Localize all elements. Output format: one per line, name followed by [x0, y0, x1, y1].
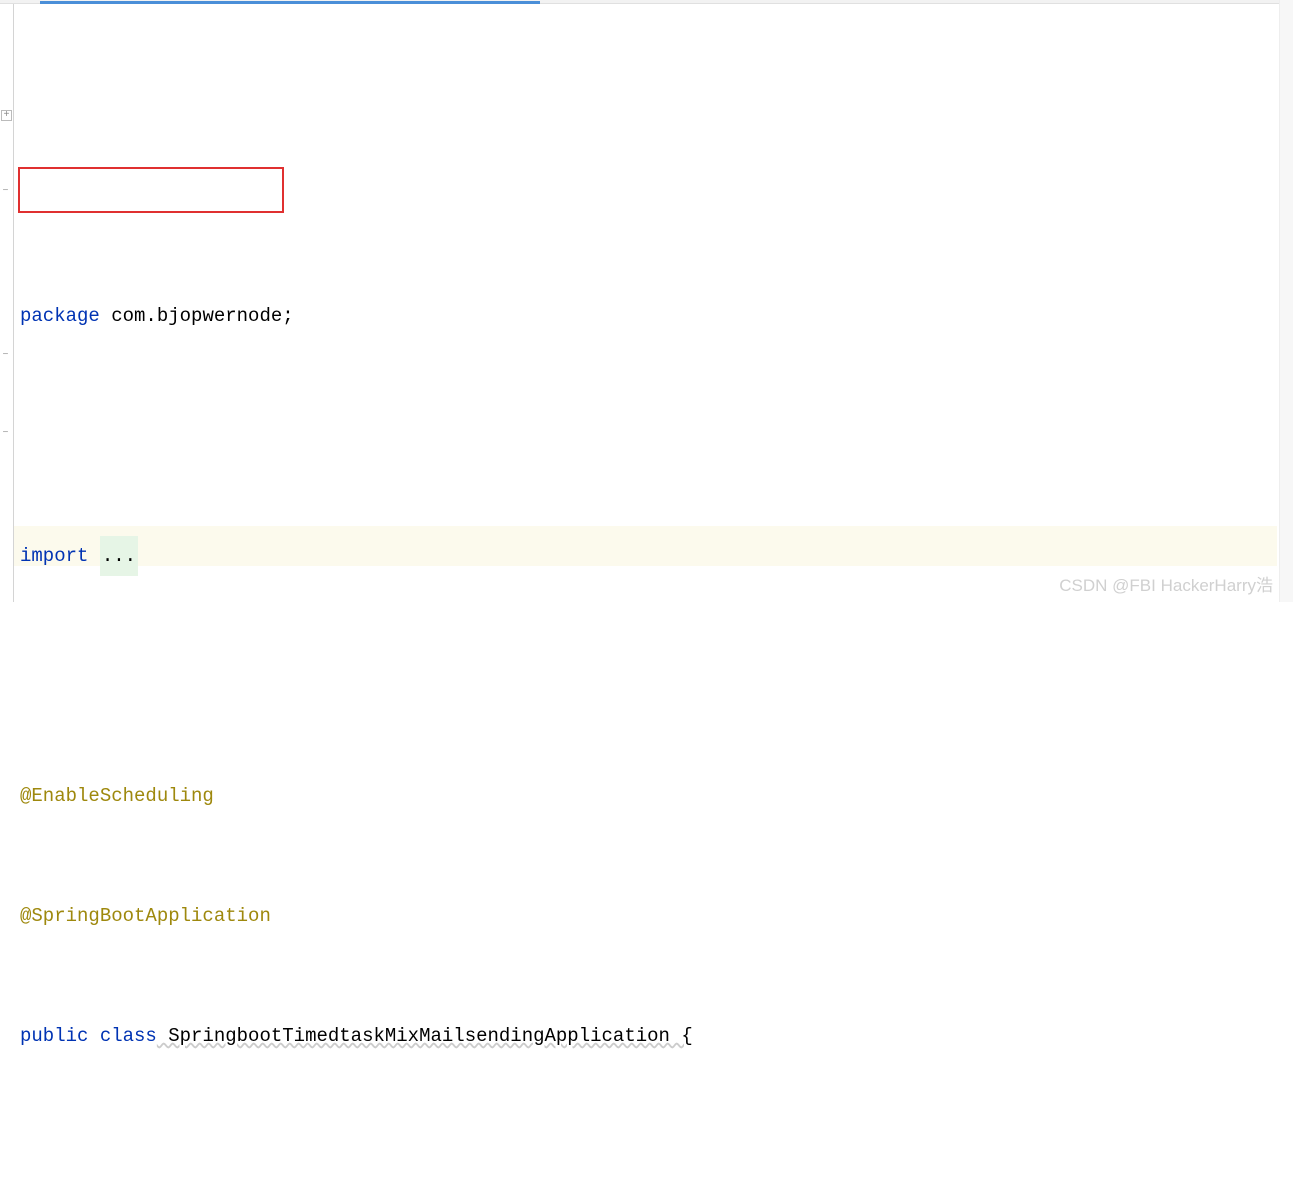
annotation-enablescheduling: @EnableScheduling: [20, 776, 214, 816]
code-line[interactable]: [20, 656, 1287, 696]
package-name: com.bjopwernode;: [100, 296, 294, 336]
gutter-fold-icon[interactable]: −: [0, 186, 11, 197]
keyword-import: import: [20, 536, 88, 576]
class-name: SpringbootTimedtaskMixMailsendingApplica…: [157, 1016, 693, 1056]
code-line[interactable]: [20, 416, 1287, 456]
editor-container: + − − − package com.bjopwernode; import …: [0, 4, 1293, 602]
keyword-package: package: [20, 296, 100, 336]
fold-expand-icon[interactable]: +: [1, 110, 12, 121]
red-highlight-box: [18, 167, 284, 213]
keyword-public: public: [20, 1016, 88, 1056]
watermark-text: CSDN @FBI HackerHarry浩: [1059, 571, 1273, 596]
code-content: package com.bjopwernode; import ... @Ena…: [20, 216, 1287, 1204]
gutter[interactable]: + − − −: [0, 4, 14, 602]
code-line[interactable]: @SpringBootApplication: [20, 896, 1287, 936]
code-line[interactable]: @EnableScheduling: [20, 776, 1287, 816]
code-line[interactable]: import ...: [20, 536, 1287, 576]
gutter-fold-icon[interactable]: −: [0, 428, 11, 439]
import-fold-dots[interactable]: ...: [100, 536, 138, 576]
annotation-springbootapplication: @SpringBootApplication: [20, 896, 271, 936]
gutter-fold-icon[interactable]: −: [0, 350, 11, 361]
code-line[interactable]: [20, 1136, 1287, 1176]
code-line[interactable]: public class SpringbootTimedtaskMixMails…: [20, 1016, 1287, 1056]
code-line[interactable]: package com.bjopwernode;: [20, 296, 1287, 336]
code-editor[interactable]: package com.bjopwernode; import ... @Ena…: [14, 4, 1293, 602]
keyword-class: class: [100, 1016, 157, 1056]
